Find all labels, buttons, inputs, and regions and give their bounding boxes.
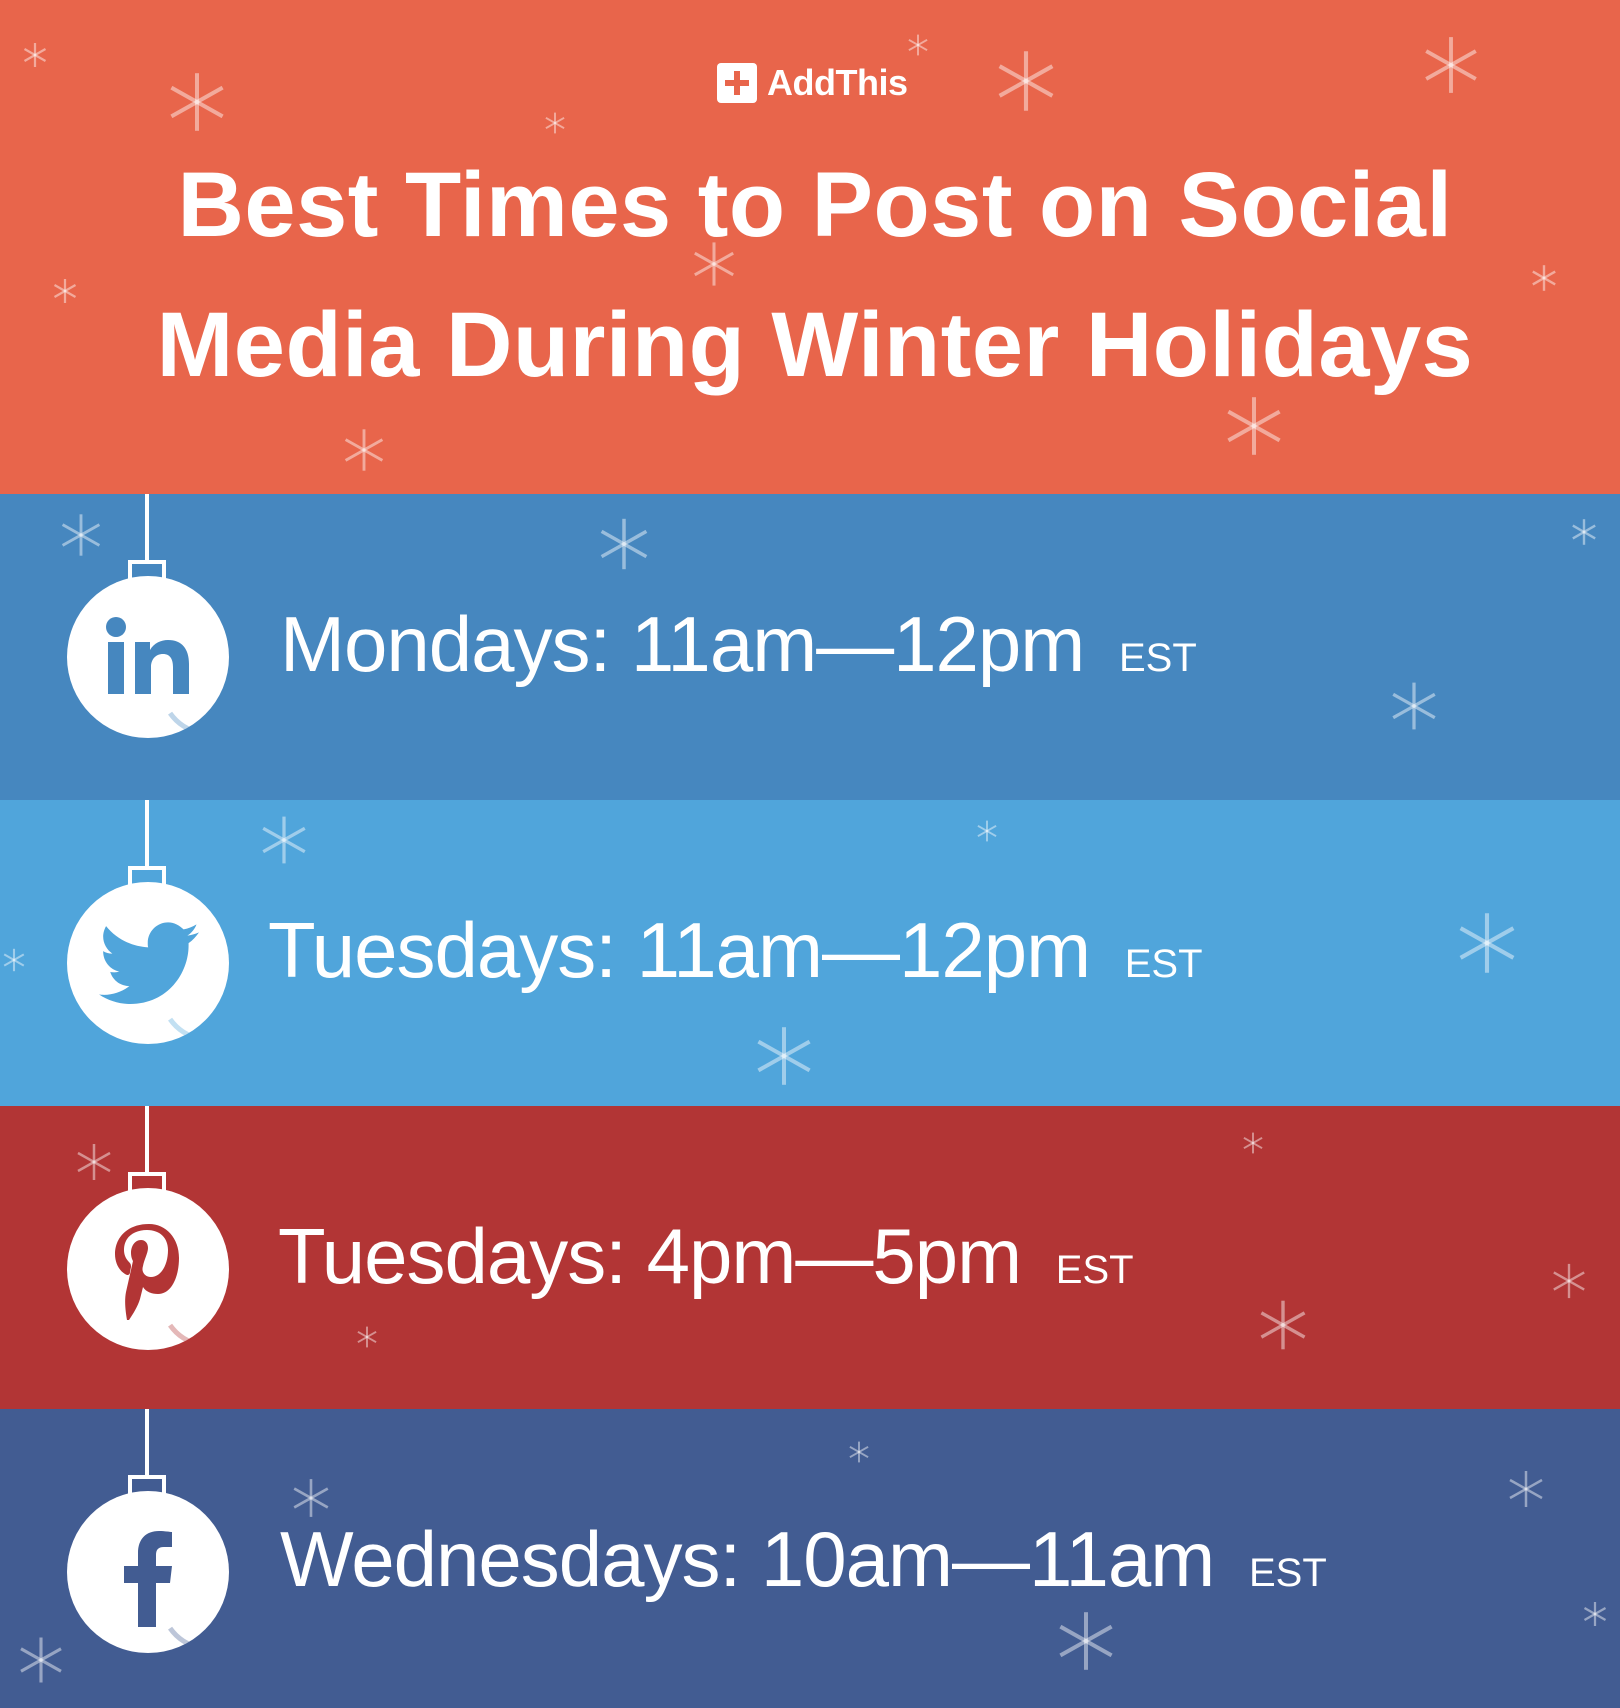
header-banner: AddThis Best Times to Post on Social Med… bbox=[0, 0, 1620, 494]
snowflake-icon bbox=[262, 816, 306, 864]
snowflake-icon bbox=[344, 429, 384, 471]
time-zone: EST bbox=[1248, 1551, 1327, 1595]
row-pinterest: Tuesdays: 4pm—5pm EST bbox=[0, 1106, 1620, 1409]
row-facebook: Wednesdays: 10am—11am EST bbox=[0, 1409, 1620, 1708]
posting-day: Wednesdays: bbox=[280, 1515, 741, 1603]
snowflake-icon bbox=[1227, 397, 1281, 455]
ornament-string bbox=[145, 800, 149, 870]
title-line-2: Media During Winter Holidays bbox=[156, 294, 1474, 396]
ornament-string bbox=[145, 494, 149, 564]
time-zone: EST bbox=[1055, 1248, 1134, 1292]
snowflake-icon bbox=[694, 242, 734, 286]
facebook-ornament bbox=[67, 1491, 229, 1653]
snowflake-icon bbox=[1392, 682, 1436, 730]
brand-name: AddThis bbox=[767, 62, 908, 103]
snowflake-icon bbox=[77, 1144, 111, 1180]
snowflake-icon bbox=[170, 73, 224, 131]
posting-time-text: Tuesdays: 11am—12pm EST bbox=[268, 905, 1203, 996]
title-line-1: Best Times to Post on Social bbox=[177, 154, 1453, 256]
snowflake-icon bbox=[849, 1441, 869, 1463]
snowflake-icon bbox=[1532, 265, 1556, 291]
snowflake-icon bbox=[1459, 913, 1515, 973]
snowflake-icon bbox=[61, 514, 101, 556]
linkedin-ornament bbox=[67, 576, 229, 738]
posting-time-text: Tuesdays: 4pm—5pm EST bbox=[278, 1211, 1134, 1302]
twitter-ornament bbox=[67, 882, 229, 1044]
snowflake-icon bbox=[293, 1479, 329, 1517]
brand-logo: AddThis bbox=[717, 62, 908, 104]
row-linkedin: Mondays: 11am—12pm EST bbox=[0, 494, 1620, 800]
posting-day: Mondays: bbox=[280, 600, 611, 688]
snowflake-icon bbox=[1583, 1602, 1607, 1626]
posting-time: 4pm—5pm bbox=[646, 1212, 1022, 1300]
snowflake-icon bbox=[998, 51, 1054, 111]
snowflake-icon bbox=[20, 1637, 62, 1683]
ornament-string bbox=[145, 1106, 149, 1176]
ornament-string bbox=[145, 1409, 149, 1479]
snowflake-icon bbox=[1509, 1471, 1543, 1507]
page-title: Best Times to Post on Social Media Durin… bbox=[40, 135, 1590, 415]
posting-day: Tuesdays: bbox=[268, 906, 617, 994]
snowflake-icon bbox=[977, 820, 997, 842]
addthis-plus-icon bbox=[717, 63, 757, 103]
posting-time: 11am—12pm bbox=[630, 600, 1085, 688]
posting-time: 11am—12pm bbox=[636, 906, 1091, 994]
snowflake-icon bbox=[600, 518, 648, 570]
snowflake-icon bbox=[1572, 519, 1596, 545]
snowflake-icon bbox=[23, 43, 47, 67]
pinterest-ornament bbox=[67, 1188, 229, 1350]
snowflake-icon bbox=[908, 34, 928, 56]
posting-time-text: Wednesdays: 10am—11am EST bbox=[280, 1514, 1327, 1605]
time-zone: EST bbox=[1118, 636, 1197, 680]
snowflake-icon bbox=[1260, 1300, 1306, 1350]
snowflake-icon bbox=[53, 279, 77, 303]
snowflake-icon bbox=[1425, 37, 1477, 93]
posting-day: Tuesdays: bbox=[278, 1212, 627, 1300]
posting-time-text: Mondays: 11am—12pm EST bbox=[280, 599, 1197, 690]
snowflake-icon bbox=[1243, 1132, 1263, 1154]
snowflake-icon bbox=[545, 112, 565, 134]
row-twitter: Tuesdays: 11am—12pm EST bbox=[0, 800, 1620, 1106]
infographic: AddThis Best Times to Post on Social Med… bbox=[0, 0, 1620, 1708]
snowflake-icon bbox=[1059, 1612, 1113, 1670]
snowflake-icon bbox=[757, 1027, 811, 1085]
snowflake-icon bbox=[3, 948, 25, 972]
time-zone: EST bbox=[1124, 942, 1203, 986]
posting-time: 10am—11am bbox=[760, 1515, 1215, 1603]
snowflake-icon bbox=[1553, 1263, 1585, 1299]
snowflake-icon bbox=[357, 1326, 377, 1348]
